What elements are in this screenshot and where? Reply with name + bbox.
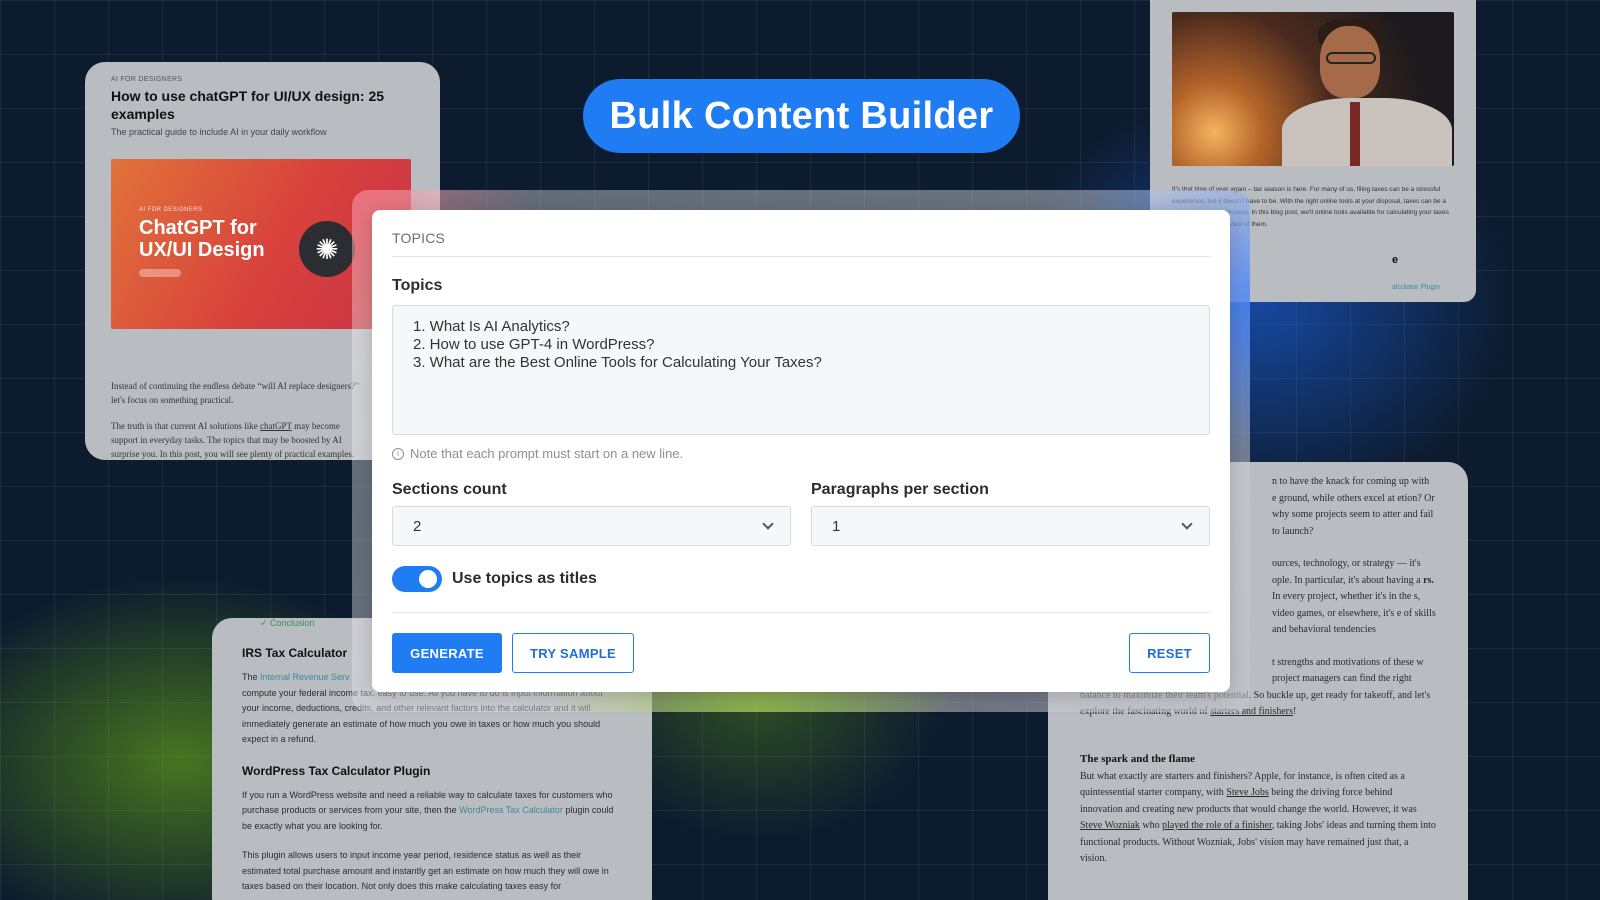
paragraphs-per-section-field: Paragraphs per section 1: [811, 481, 1210, 546]
topics-label: Topics: [392, 277, 443, 294]
action-bar: GENERATE TRY SAMPLE RESET: [392, 633, 1210, 673]
chatgpt-link: chatGPT: [259, 421, 292, 431]
topics-textarea[interactable]: 1. What Is AI Analytics? 2. How to use G…: [392, 305, 1210, 435]
card-paragraph: But what exactly are starters and finish…: [1080, 770, 1436, 865]
generate-button[interactable]: GENERATE: [392, 633, 502, 673]
topic-line: 3. What are the Best Online Tools for Ca…: [413, 354, 822, 371]
reset-button[interactable]: RESET: [1129, 633, 1210, 673]
irs-link: Internal Revenue Serv: [260, 672, 350, 682]
topic-line: 1. What Is AI Analytics?: [413, 318, 570, 335]
helper-text: Note that each prompt must start on a ne…: [410, 446, 684, 461]
card-heading: WordPress Tax Calculator Plugin: [242, 763, 431, 778]
topics-helper: i Note that each prompt must start on a …: [392, 446, 1210, 461]
chevron-down-icon: [1181, 517, 1193, 530]
card-paragraph: The truth is that current AI solutions l…: [111, 421, 354, 459]
use-topics-toggle[interactable]: [392, 566, 442, 592]
wp-tax-link: WordPress Tax Calculator: [459, 805, 563, 815]
toggle-knob: [419, 570, 437, 588]
try-sample-button[interactable]: TRY SAMPLE: [512, 633, 634, 673]
checklist-item: ✓ Conclusion: [260, 618, 315, 628]
chevron-down-icon: [762, 517, 774, 530]
card-link-fragment: alculator Plugin: [1392, 284, 1440, 291]
sections-count-value: 2: [413, 517, 422, 535]
paragraphs-per-section-label: Paragraphs per section: [811, 481, 989, 498]
sections-count-select[interactable]: 2: [392, 506, 791, 546]
info-icon: i: [392, 447, 404, 460]
card-paragraph: If you run a WordPress website and need …: [242, 789, 614, 831]
use-topics-label: Use topics as titles: [452, 570, 597, 587]
card-subtitle: The practical guide to include AI in you…: [111, 127, 327, 137]
hero-kicker: AI FOR DESIGNERS: [139, 207, 203, 213]
select-row: Sections count 2 Paragraphs per section …: [392, 481, 1210, 546]
article-photo: [1172, 12, 1454, 166]
paragraphs-per-section-select[interactable]: 1: [811, 506, 1210, 546]
section-header: TOPICS: [392, 210, 1210, 257]
topic-line: 2. How to use GPT-4 in WordPress?: [413, 336, 655, 353]
card-paragraph: Instead of continuing the endless debate…: [111, 381, 360, 405]
sections-count-field: Sections count 2: [392, 481, 791, 546]
hero-title: ChatGPT for UX/UI Design: [139, 217, 265, 261]
card-kicker: AI FOR DESIGNERS: [111, 76, 183, 83]
hero-author-pill: [139, 269, 181, 277]
paragraphs-per-section-value: 1: [832, 517, 841, 535]
card-title: How to use chatGPT for UI/UX design: 25 …: [111, 88, 385, 122]
card-heading: The spark and the flame: [1080, 752, 1195, 765]
openai-logo-icon: ✺: [299, 221, 355, 277]
card-heading-fragment: e: [1392, 254, 1399, 266]
content-builder-panel: TOPICS Topics 1. What Is AI Analytics? 2…: [372, 210, 1230, 692]
use-topics-toggle-row: Use topics as titles: [392, 566, 1210, 613]
card-paragraph: This plugin allows users to input income…: [242, 850, 609, 891]
sections-count-label: Sections count: [392, 481, 507, 498]
page-title: Bulk Content Builder: [583, 79, 1020, 153]
